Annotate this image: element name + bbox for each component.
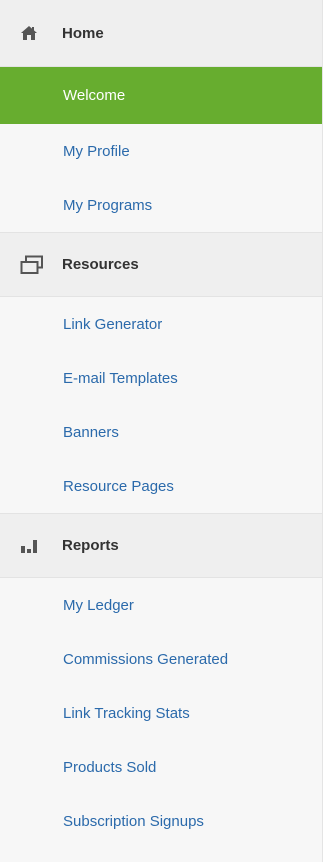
section-header-home[interactable]: Home (0, 0, 322, 67)
sidebar-item-link-tracking-stats[interactable]: Link Tracking Stats (0, 686, 322, 740)
sidebar-item-my-ledger[interactable]: My Ledger (0, 578, 322, 632)
section-header-label: Home (62, 24, 104, 42)
sidebar-item-my-profile[interactable]: My Profile (0, 124, 322, 178)
sidebar-item-link-generator[interactable]: Link Generator (0, 297, 322, 351)
bar-chart-icon (20, 535, 46, 557)
sidebar-item-commissions-generated[interactable]: Commissions Generated (0, 632, 322, 686)
sidebar-item-my-programs[interactable]: My Programs (0, 178, 322, 232)
section-header-reports[interactable]: Reports (0, 513, 322, 578)
sidebar-item-banners[interactable]: Banners (0, 405, 322, 459)
sidebar-nav: Home Welcome My Profile My Programs Reso… (0, 0, 323, 862)
sidebar-item-products-sold[interactable]: Products Sold (0, 740, 322, 794)
sidebar-item-resource-pages[interactable]: Resource Pages (0, 459, 322, 513)
sidebar-item-welcome[interactable]: Welcome (0, 67, 322, 124)
sidebar-item-email-templates[interactable]: E-mail Templates (0, 351, 322, 405)
home-icon (20, 22, 46, 44)
section-header-label: Reports (62, 537, 119, 554)
section-header-resources[interactable]: Resources (0, 232, 322, 297)
section-header-label: Resources (62, 256, 139, 273)
windows-icon (20, 254, 46, 276)
sidebar-item-subscription-signups[interactable]: Subscription Signups (0, 794, 322, 848)
